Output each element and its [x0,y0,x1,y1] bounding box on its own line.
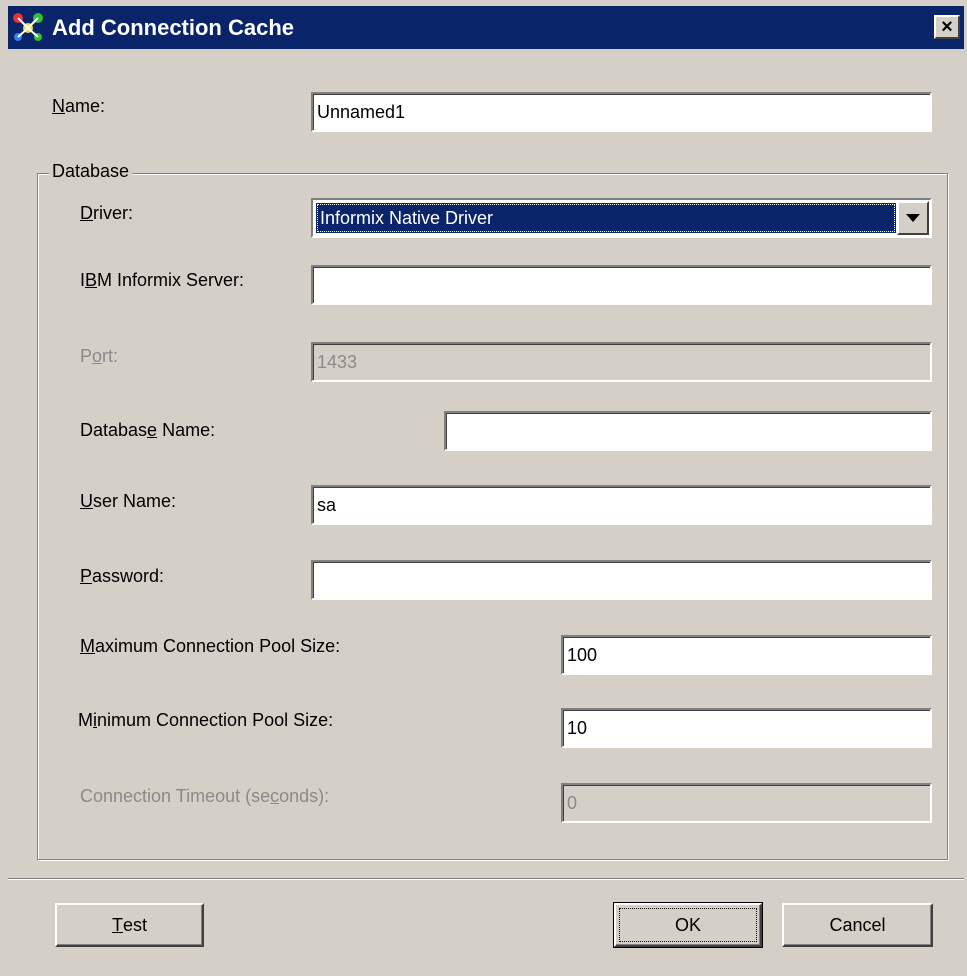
port-label: Port: [80,346,119,366]
connection-timeout-input: 0 [561,783,932,823]
ok-button[interactable]: OK [613,902,763,948]
dialog-title: Add Connection Cache [52,15,295,40]
user-name-input[interactable]: sa [311,485,932,525]
title-bar[interactable]: Add Connection Cache × [8,6,964,49]
driver-selected-value: Informix Native Driver [316,203,896,233]
app-icon [13,13,43,41]
driver-select[interactable]: Informix Native Driver [311,198,932,238]
database-name-label: Database Name: [80,420,216,440]
dropdown-arrow-button[interactable] [897,201,929,235]
max-pool-size-input[interactable]: 100 [561,635,932,675]
name-input[interactable]: Unnamed1 [311,92,932,132]
min-pool-size-input[interactable]: 10 [561,708,932,748]
name-label: Name: [52,96,106,116]
close-icon: × [941,16,953,38]
password-label: Password: [80,566,165,586]
add-connection-cache-dialog: Add Connection Cache × Name: Unnamed1 Da… [0,0,967,976]
chevron-down-icon [906,214,920,222]
port-input: 1433 [311,342,932,382]
test-button[interactable]: Test [55,903,204,947]
driver-label: Driver: [80,203,133,223]
button-separator [8,878,964,880]
database-name-input[interactable] [444,411,932,451]
min-pool-size-label: Minimum Connection Pool Size: [78,710,334,730]
informix-server-label: IBM Informix Server: [80,270,245,290]
password-input[interactable] [311,560,932,600]
connection-timeout-label: Connection Timeout (seconds): [80,786,330,806]
cancel-button[interactable]: Cancel [782,903,933,947]
close-button[interactable]: × [934,15,960,39]
database-group-label: Database [49,161,133,182]
max-pool-size-label: Maximum Connection Pool Size: [80,636,341,656]
user-name-label: User Name: [80,491,177,511]
informix-server-input[interactable] [311,265,932,305]
